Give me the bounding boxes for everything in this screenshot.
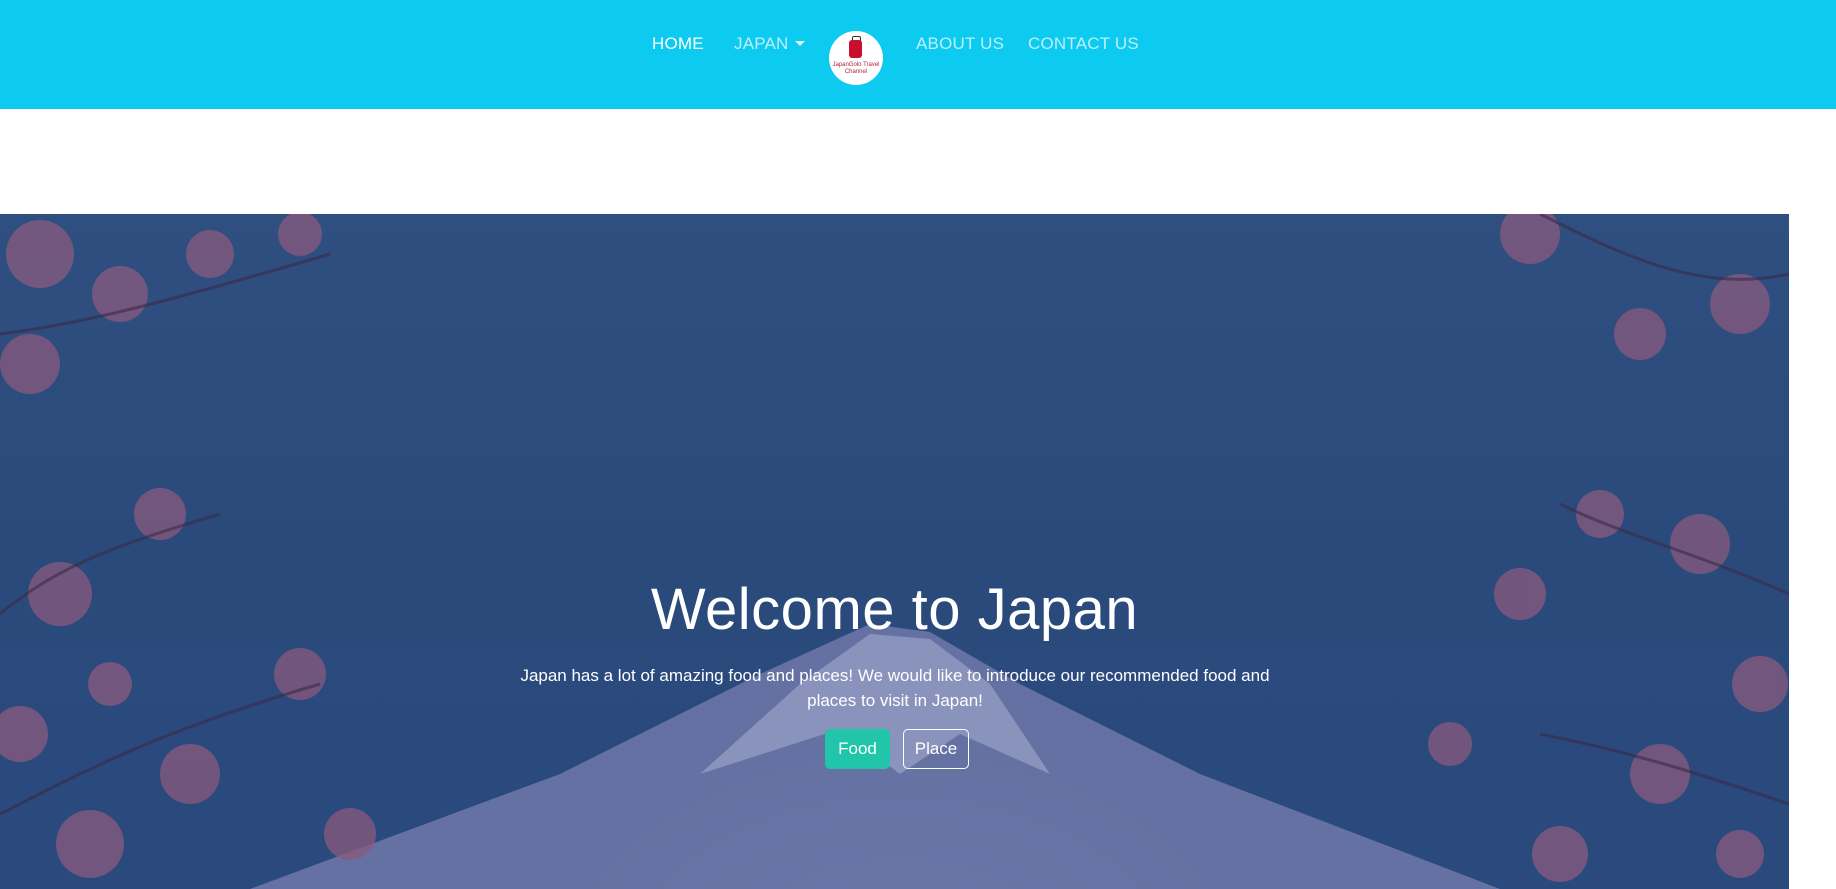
nav-contact-link[interactable]: CONTACT US bbox=[1028, 34, 1139, 54]
nav-home-link[interactable]: HOME bbox=[652, 34, 704, 54]
site-logo[interactable]: JapanGolo Travel Channel bbox=[829, 31, 883, 85]
logo-text: JapanGolo Travel Channel bbox=[832, 62, 880, 75]
nav-japan-dropdown[interactable]: JAPAN bbox=[734, 34, 805, 54]
suitcase-icon bbox=[849, 40, 862, 58]
nav-about-link[interactable]: ABOUT US bbox=[916, 34, 1004, 54]
nav-japan-label: JAPAN bbox=[734, 34, 789, 53]
food-button[interactable]: Food bbox=[825, 729, 890, 769]
hero-title: Welcome to Japan bbox=[650, 577, 1139, 642]
place-button[interactable]: Place bbox=[903, 729, 969, 769]
mount-fuji-background bbox=[0, 214, 1789, 889]
hero-banner: Welcome to Japan Japan has a lot of amaz… bbox=[0, 214, 1789, 889]
caret-down-icon bbox=[794, 41, 805, 46]
hero-description: Japan has a lot of amazing food and plac… bbox=[520, 666, 1270, 710]
top-navbar: HOME JAPAN JapanGolo Travel Channel ABOU… bbox=[0, 0, 1836, 109]
